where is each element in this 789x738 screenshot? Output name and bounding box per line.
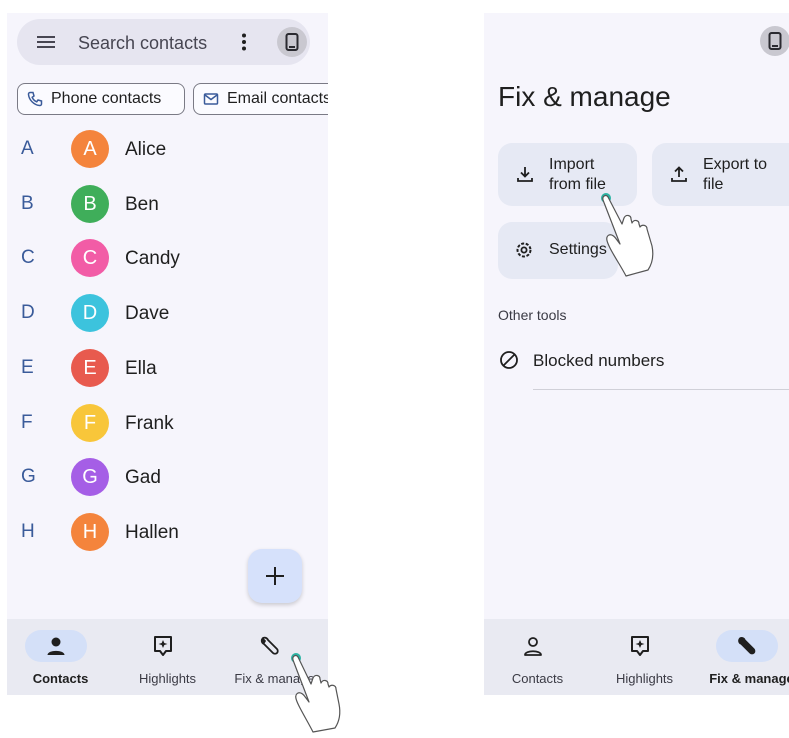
contact-avatar: H (71, 512, 109, 551)
phone-device-icon (285, 33, 299, 51)
export-line-1: Export to (703, 156, 768, 173)
index-letter: D (21, 302, 35, 324)
contact-row[interactable]: C C Candy (7, 238, 328, 278)
section-label-other-tools: Other tools (498, 307, 567, 323)
contact-row[interactable]: D D Dave (7, 293, 328, 333)
blocked-numbers-item[interactable]: Blocked numbers (533, 351, 664, 371)
index-letter: H (21, 520, 35, 542)
tap-hand-icon (601, 193, 654, 277)
mail-icon (203, 93, 219, 105)
phone-contacts-label: Phone contacts (51, 90, 162, 107)
menu-icon[interactable] (37, 34, 55, 50)
tap-hand-icon (291, 653, 341, 733)
contact-row[interactable]: H H Hallen (7, 512, 328, 552)
contact-avatar: C (71, 239, 109, 278)
contact-avatar: D (71, 294, 109, 333)
fix-manage-screen: Fix & manage Import from file Export to … (484, 13, 789, 695)
contact-name: Ella (125, 357, 157, 379)
export-line-2: file (703, 176, 724, 193)
index-letter: E (21, 356, 34, 378)
contact-name: Ben (125, 193, 159, 215)
contact-avatar: A (71, 130, 109, 168)
nav-label-highlights: Highlights (138, 671, 197, 686)
nav-label-fix-manage: Fix & manage (709, 671, 789, 686)
index-letter: B (21, 192, 34, 214)
email-contacts-chip[interactable]: Email contacts (193, 83, 328, 115)
nav-item-fix-manage[interactable]: Fix & manage (698, 619, 789, 695)
index-letter: C (21, 247, 35, 269)
nav-label-highlights: Highlights (615, 671, 674, 686)
index-letter: F (21, 411, 33, 433)
account-avatar[interactable] (760, 26, 789, 56)
person-icon (47, 637, 65, 655)
add-contact-button[interactable] (248, 549, 302, 603)
nav-item-contacts[interactable]: Contacts (7, 619, 114, 695)
contact-row[interactable]: B B Ben (7, 184, 328, 224)
divider (533, 389, 789, 390)
search-bar[interactable]: Search contacts (17, 19, 310, 65)
add-icon (266, 567, 284, 585)
nav-item-contacts[interactable]: Contacts (484, 619, 591, 695)
block-icon (500, 351, 518, 369)
wrench-filled-icon (738, 637, 756, 655)
page-title: Fix & manage (498, 81, 671, 112)
phone-device-icon (768, 32, 782, 50)
contact-row[interactable]: A A Alice (7, 129, 328, 169)
wrench-icon (260, 636, 279, 655)
contact-name: Hallen (125, 521, 179, 543)
contact-row[interactable]: E E Ella (7, 348, 328, 388)
contact-name: Candy (125, 248, 180, 270)
phone-contacts-chip[interactable]: Phone contacts (17, 83, 185, 115)
email-contacts-label: Email contacts (227, 90, 328, 107)
download-icon (517, 167, 533, 182)
search-input[interactable]: Search contacts (78, 33, 207, 54)
nav-label-contacts: Contacts (511, 671, 564, 686)
contact-name: Frank (125, 412, 174, 434)
highlights-icon (631, 636, 649, 656)
settings-icon (516, 242, 532, 258)
person-outline-icon (524, 637, 542, 656)
contact-name: Gad (125, 467, 161, 489)
nav-item-highlights[interactable]: Highlights (591, 619, 698, 695)
contact-avatar: F (71, 403, 109, 442)
index-letter: A (21, 138, 34, 159)
more-vert-icon[interactable] (241, 33, 247, 51)
import-line-1: Import (549, 156, 595, 173)
contact-row[interactable]: G G Gad (7, 457, 328, 497)
contact-avatar: B (71, 184, 109, 223)
phone-icon (27, 91, 43, 107)
contact-name: Alice (125, 139, 167, 160)
upload-icon (671, 166, 687, 182)
bottom-navigation: Contacts Highlights Fix & manage (484, 619, 789, 695)
nav-item-highlights[interactable]: Highlights (114, 619, 221, 695)
contact-avatar: G (71, 458, 109, 497)
highlights-icon (154, 636, 172, 656)
contacts-screen: Search contacts Phone contacts Email con… (7, 13, 328, 695)
contact-row[interactable]: F F Frank (7, 403, 328, 443)
bottom-navigation: Contacts Highlights Fix & manage (7, 619, 328, 695)
nav-label-contacts: Contacts (32, 671, 89, 686)
contact-avatar: E (71, 348, 109, 387)
contact-name: Dave (125, 303, 170, 325)
account-avatar[interactable] (277, 27, 307, 57)
index-letter: G (21, 466, 36, 488)
